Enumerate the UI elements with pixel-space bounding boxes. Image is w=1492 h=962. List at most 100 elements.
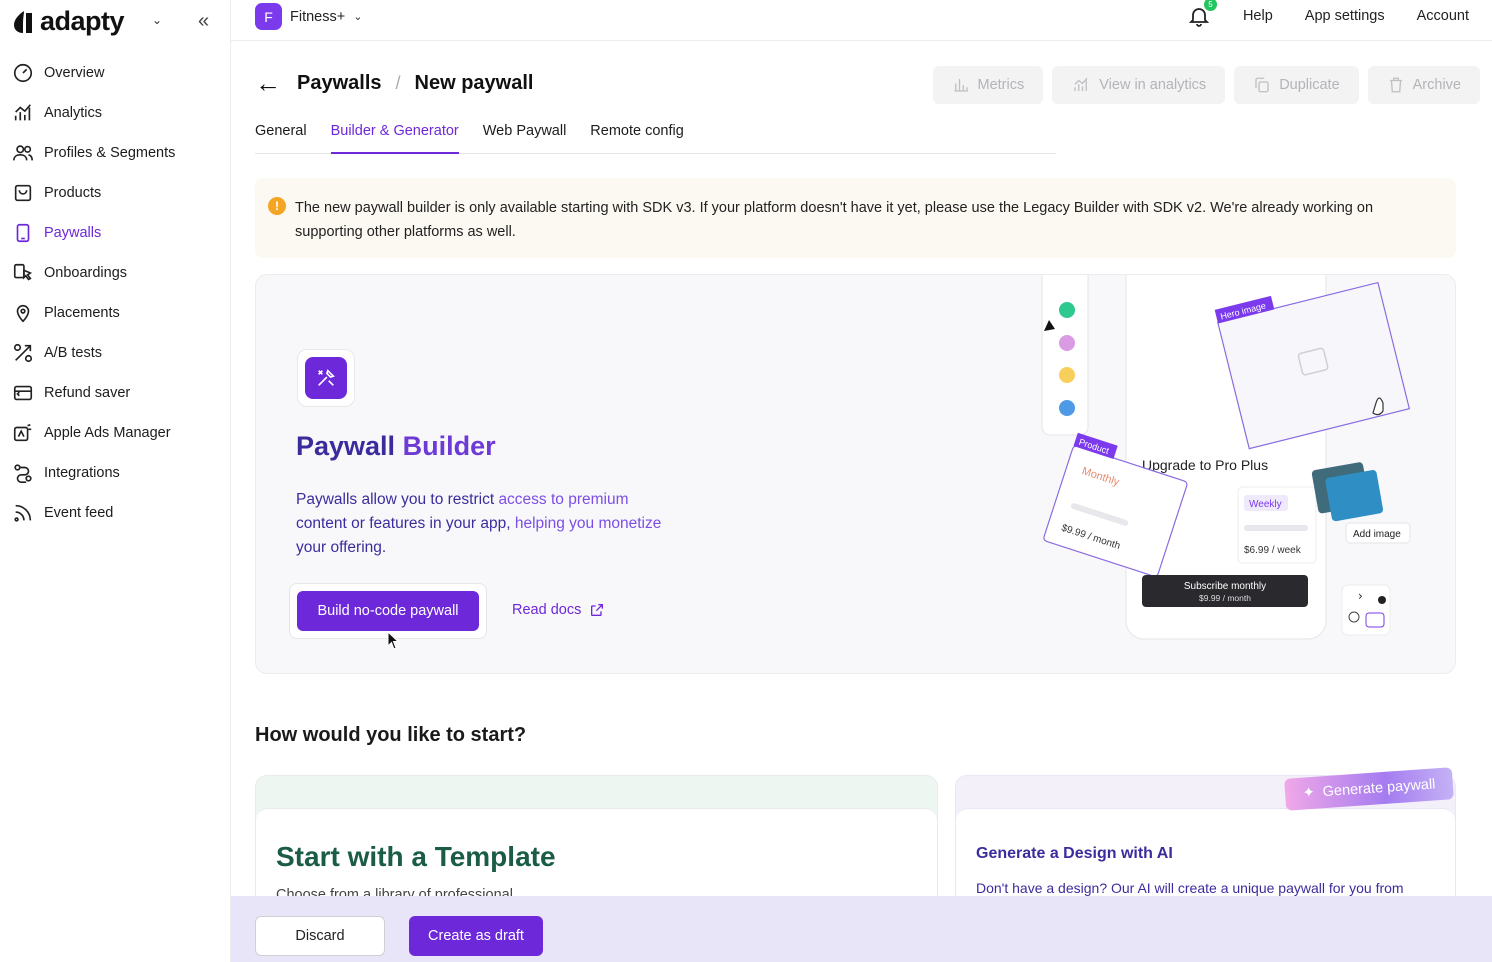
sidebar-item-label: Paywalls [44, 225, 102, 241]
header-actions: Metrics View in analytics Duplicate Arch… [932, 66, 1480, 104]
tab-web-paywall[interactable]: Web Paywall [483, 123, 567, 154]
start-section-title: How would you like to start? [255, 724, 527, 746]
hero-title-part1: Paywall [296, 431, 403, 461]
analytics-icon [14, 104, 31, 121]
adapty-logo-icon [14, 10, 32, 33]
ads-icon [13, 423, 32, 442]
dot-icon [1378, 596, 1386, 604]
onboarding-icon [13, 263, 33, 281]
app-name: Fitness+ [290, 8, 346, 25]
external-link-icon [591, 604, 604, 616]
discard-button[interactable]: Discard [255, 916, 385, 956]
sidebar-item-analytics[interactable]: Analytics [10, 93, 220, 133]
page-title: New paywall [414, 71, 534, 94]
archive-button[interactable]: Archive [1367, 66, 1480, 104]
duplicate-label: Duplicate [1279, 77, 1340, 93]
tab-builder-generator[interactable]: Builder & Generator [330, 123, 459, 154]
sidebar-item-label: Integrations [44, 465, 120, 481]
sidebar-item-label: Products [44, 185, 102, 201]
breadcrumb-paywalls[interactable]: Paywalls [297, 72, 382, 95]
help-link[interactable]: Help [1243, 8, 1273, 24]
warning-icon: ! [268, 197, 286, 215]
sidebar-item-paywalls[interactable]: Paywalls [10, 213, 220, 253]
metrics-label: Metrics [977, 77, 1025, 93]
footer-bar: Discard Create as draft [231, 896, 1492, 962]
build-no-code-paywall-button[interactable]: Build no-code paywall [297, 591, 479, 631]
sidebar-item-products[interactable]: Products [10, 173, 220, 213]
tab-general[interactable]: General [255, 123, 307, 154]
desc-part: content or features in your app, [296, 515, 515, 532]
sidebar-item-integrations[interactable]: Integrations [10, 453, 220, 493]
metrics-button[interactable]: Metrics [932, 66, 1044, 104]
app-settings-link[interactable]: App settings [1305, 8, 1385, 24]
add-image-text: Add image [1353, 529, 1401, 540]
app-avatar: F [255, 3, 282, 30]
analytics-icon [1074, 77, 1088, 91]
phone-icon [16, 223, 30, 243]
hero-title: Paywall Builder [296, 431, 496, 462]
location-pin-icon [16, 304, 30, 323]
chevron-right-icon: › [1358, 589, 1363, 603]
weekly-text: Weekly [1249, 499, 1282, 510]
arrows-widget [1341, 584, 1391, 636]
sidebar-item-label: Apple Ads Manager [44, 425, 171, 441]
paywall-illustration: Hero image Upgrade to Pro Plus Product M… [1041, 275, 1411, 640]
read-docs-label: Read docs [512, 602, 582, 618]
subscribe-title: Subscribe monthly [1184, 581, 1266, 592]
duplicate-button[interactable]: Duplicate [1234, 66, 1359, 104]
sidebar-item-profiles[interactable]: Profiles & Segments [10, 133, 220, 173]
ai-card-title: Generate a Design with AI [976, 845, 1173, 862]
account-link[interactable]: Account [1417, 8, 1469, 24]
sidebar-item-apple-ads[interactable]: Apple Ads Manager [10, 413, 220, 453]
desc-part: helping you monetize [514, 515, 662, 532]
swatch [1059, 367, 1075, 383]
hero-title-part2: Builder [402, 431, 496, 461]
sidebar-item-label: Profiles & Segments [44, 145, 176, 161]
generate-paywall-text: Generate paywall [1322, 776, 1436, 801]
placeholder-line [1244, 525, 1308, 531]
sdk-notice: ! The new paywall builder is only availa… [255, 178, 1456, 258]
desc-part: Paywalls allow you to restrict [296, 491, 499, 508]
sidebar-item-label: Onboardings [44, 265, 128, 281]
back-arrow-icon[interactable]: ← [255, 70, 281, 96]
sidebar: adapty ⌄ « Overview Analytics Profiles &… [0, 0, 231, 962]
brand-name: adapty [40, 6, 125, 36]
sidebar-item-label: Overview [44, 65, 105, 81]
rss-icon [14, 504, 32, 522]
sidebar-item-ab-tests[interactable]: A/B tests [10, 333, 220, 373]
mouse-cursor-icon [387, 631, 400, 650]
sidebar-nav: Overview Analytics Profiles & Segments P… [10, 53, 220, 533]
sidebar-item-event-feed[interactable]: Event feed [10, 493, 220, 533]
users-icon [13, 145, 33, 161]
notifications-button[interactable]: 5 [1187, 0, 1217, 28]
app-switcher[interactable]: F Fitness+ ⌄ [255, 3, 362, 30]
tabs: General Builder & Generator Web Paywall … [255, 123, 1056, 154]
sidebar-item-label: Event feed [44, 505, 114, 521]
collapse-sidebar-icon[interactable]: « [198, 10, 209, 33]
bar-chart-icon [953, 79, 968, 92]
adapty-logo[interactable]: adapty [12, 6, 125, 37]
notice-text: The new paywall builder is only availabl… [295, 200, 1374, 240]
weekly-price: $6.99 / week [1244, 545, 1302, 556]
sidebar-item-onboardings[interactable]: Onboardings [10, 253, 220, 293]
tools-icon [305, 357, 347, 399]
sidebar-item-placements[interactable]: Placements [10, 293, 220, 333]
sidebar-item-overview[interactable]: Overview [10, 53, 220, 93]
chevron-down-icon[interactable]: ⌄ [152, 13, 162, 27]
notification-count-badge: 5 [1203, 0, 1217, 11]
template-card-title: Start with a Template [276, 841, 556, 872]
sidebar-item-label: Analytics [44, 105, 103, 121]
refund-icon [13, 385, 33, 401]
create-as-draft-button[interactable]: Create as draft [409, 916, 543, 956]
copy-icon [1255, 77, 1269, 93]
sidebar-item-label: A/B tests [44, 345, 103, 361]
view-in-analytics-label: View in analytics [1099, 77, 1207, 93]
tab-remote-config[interactable]: Remote config [590, 123, 684, 154]
read-docs-link[interactable]: Read docs [512, 602, 605, 618]
view-in-analytics-button[interactable]: View in analytics [1052, 66, 1226, 104]
paywall-builder-hero: Paywall Builder Paywalls allow you to re… [255, 274, 1456, 674]
desc-part: your offering. [296, 539, 387, 556]
sidebar-item-refund-saver[interactable]: Refund saver [10, 373, 220, 413]
archive-label: Archive [1412, 77, 1461, 93]
top-right-nav: 5 Help App settings Account [1187, 0, 1469, 32]
